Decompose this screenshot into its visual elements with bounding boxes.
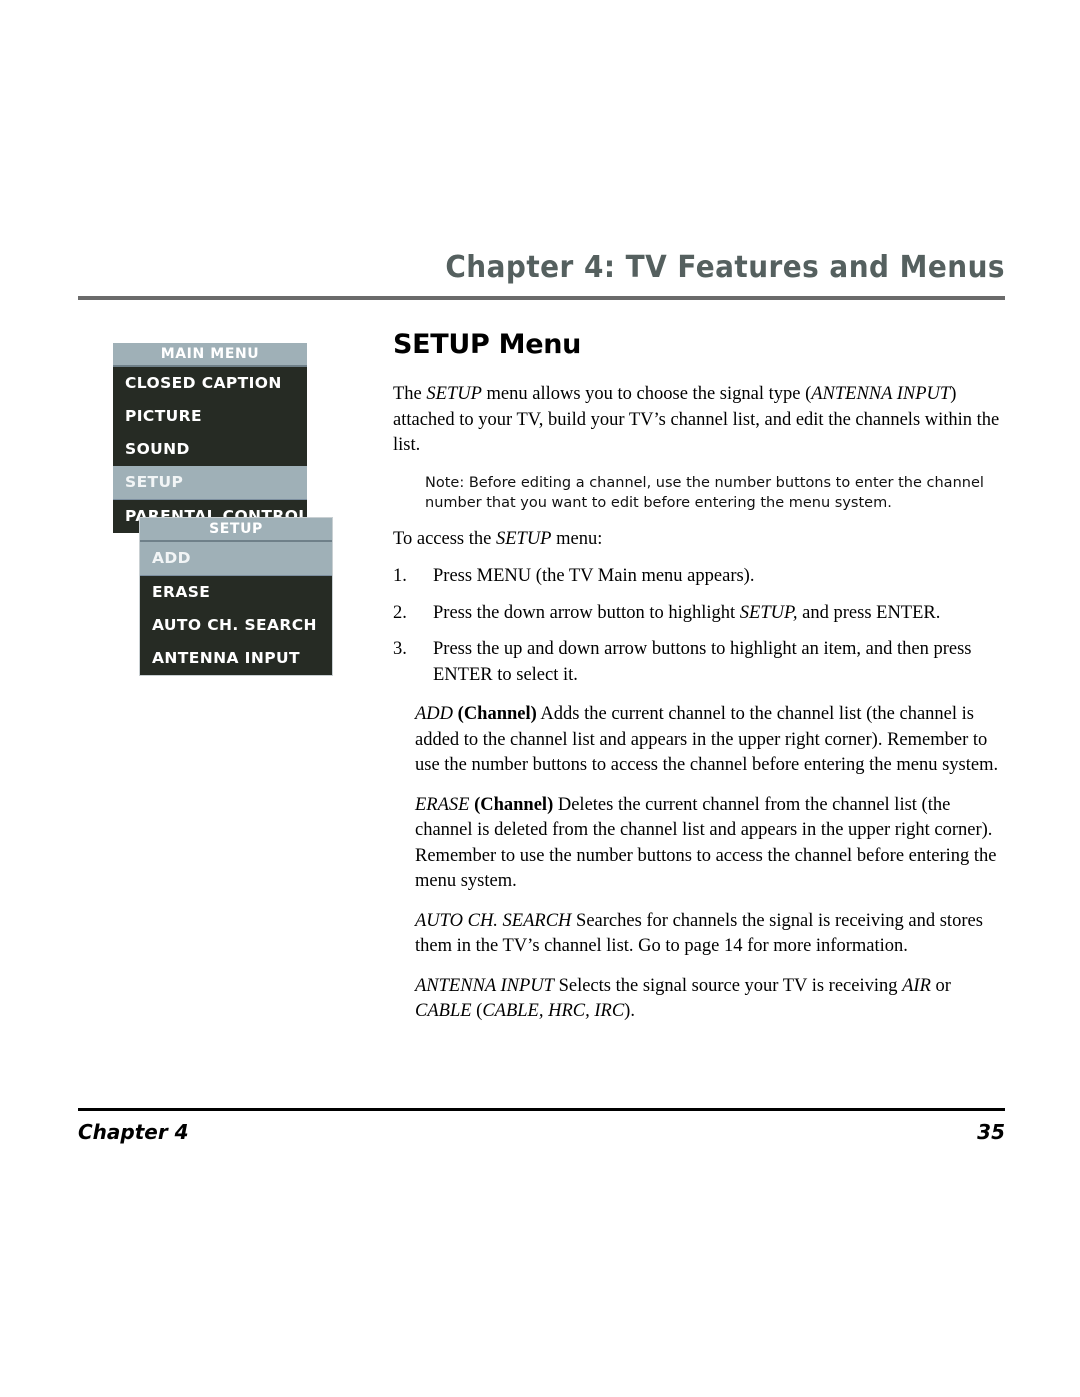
step-item-3: 3. Press the up and down arrow buttons to… (393, 637, 1008, 688)
section-heading: SETUP Menu (393, 329, 582, 360)
definition-erase-qualifier: (Channel) (474, 794, 554, 815)
setup-menu-item-erase[interactable]: ERASE (140, 576, 332, 609)
intro-paragraph: The SETUP menu allows you to choose the … (393, 382, 1008, 459)
main-menu-item-closed-caption[interactable]: CLOSED CAPTION (113, 367, 307, 400)
intro-em-setup: SETUP (426, 384, 482, 404)
step-text-3-pre: Press the up and down arrow buttons to h… (433, 639, 972, 685)
access-em-setup: SETUP (495, 528, 552, 549)
main-menu-panel: MAIN MENU CLOSED CAPTION PICTURE SOUND S… (113, 343, 307, 533)
definition-erase: ERASE (Channel) Deletes the current chan… (393, 793, 1008, 895)
page-header: Chapter 4: TV Features and Menus (78, 248, 1005, 300)
content-column: SETUP Menu The SETUP menu allows you to … (393, 330, 1008, 1039)
intro-mid: menu allows you to choose the signal typ… (481, 384, 812, 404)
step-item-2: 2. Press the down arrow button to highlig… (393, 601, 1008, 627)
access-line: To access the SETUP menu: (393, 527, 1008, 553)
osd-menu-illustration: MAIN MENU CLOSED CAPTION PICTURE SOUND S… (113, 343, 343, 675)
footer-chapter-label: Chapter 4 (78, 1120, 189, 1144)
step-text-2-em: SETUP, (739, 602, 798, 623)
intro-em-antenna-input: ANTENNA INPUT (811, 384, 951, 404)
access-post: menu: (551, 528, 603, 549)
intro-pre: The (393, 384, 427, 404)
steps-list: 1. Press MENU (the TV Main menu appears).… (393, 564, 1008, 688)
setup-menu-item-auto-ch-search[interactable]: AUTO CH. SEARCH (140, 609, 332, 642)
definition-add: ADD (Channel) Adds the current channel t… (393, 702, 1008, 779)
step-text-2-post: and press ENTER. (797, 602, 941, 623)
step-text-1-pre: Press MENU (the TV Main menu appears). (433, 566, 755, 586)
definition-add-qualifier: (Channel) (457, 704, 537, 724)
footer-row: Chapter 4 35 (78, 1120, 1005, 1144)
main-menu-item-setup[interactable]: SETUP (113, 466, 307, 500)
main-menu-titlebar: MAIN MENU (113, 343, 307, 367)
footer-page-number: 35 (977, 1120, 1005, 1144)
note-paragraph: Note: Before editing a channel, use the … (425, 474, 984, 511)
step-text-2-pre: Press the down arrow button to highlight (433, 602, 740, 623)
access-pre: To access the (393, 528, 496, 549)
definition-antenna-input-term: ANTENNA INPUT (415, 975, 554, 996)
setup-submenu-titlebar: SETUP (140, 518, 332, 542)
definition-antenna-input-em-cable-hrc-irc: CABLE, HRC, IRC (482, 1001, 625, 1021)
step-number-3: 3. (393, 639, 407, 659)
definition-antenna-input: ANTENNA INPUT Selects the signal source … (393, 974, 1008, 1025)
main-menu-item-picture[interactable]: PICTURE (113, 400, 307, 433)
definition-auto-ch-search-term: AUTO CH. SEARCH (415, 910, 572, 931)
footer-divider (78, 1108, 1005, 1111)
page-footer: Chapter 4 35 (78, 1108, 1005, 1144)
definition-antenna-input-em-cable: CABLE (415, 1001, 472, 1021)
setup-menu-item-antenna-input[interactable]: ANTENNA INPUT (140, 642, 332, 675)
chapter-title: Chapter 4: TV Features and Menus (445, 250, 1005, 285)
definition-antenna-input-paren-close: ). (624, 1001, 635, 1021)
definition-erase-term: ERASE (415, 794, 470, 815)
main-menu-item-sound[interactable]: SOUND (113, 433, 307, 466)
step-item-1: 1. Press MENU (the TV Main menu appears). (393, 564, 1008, 590)
step-number-1: 1. (393, 566, 407, 586)
definition-add-term: ADD (415, 704, 454, 724)
setup-menu-item-add[interactable]: ADD (140, 542, 332, 576)
definition-auto-ch-search: AUTO CH. SEARCH Searches for channels th… (393, 909, 1008, 960)
setup-submenu-panel: SETUP ADD ERASE AUTO CH. SEARCH ANTENNA … (140, 518, 332, 675)
definition-antenna-input-em-air: AIR (902, 975, 931, 996)
definition-antenna-input-pre: Selects the signal source your TV is rec… (553, 975, 903, 996)
header-divider (78, 296, 1005, 300)
step-number-2: 2. (393, 602, 407, 623)
definition-antenna-input-mid: or (930, 975, 951, 996)
